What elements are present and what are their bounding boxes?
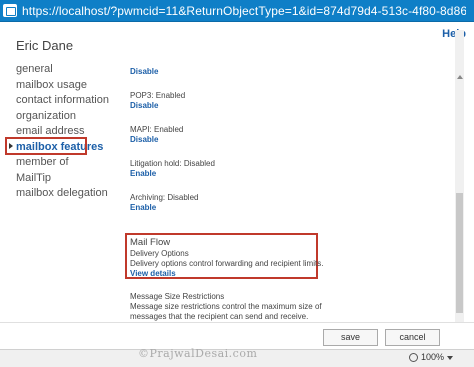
litigation-status: Litigation hold: Disabled bbox=[130, 159, 215, 168]
mail-flow-title: Mail Flow bbox=[130, 237, 171, 248]
sidebar-item-organization[interactable]: organization bbox=[16, 109, 116, 125]
scrollbar-thumb[interactable] bbox=[456, 193, 463, 313]
archiving-status: Archiving: Disabled bbox=[130, 193, 199, 202]
page-title: Eric Dane bbox=[16, 38, 74, 53]
mapi-status: MAPI: Enabled bbox=[130, 125, 184, 134]
mapi-disable-link[interactable]: Disable bbox=[130, 135, 450, 145]
zoom-control[interactable]: 100% bbox=[409, 352, 454, 363]
archiving-enable-link[interactable]: Enable bbox=[130, 203, 450, 213]
selected-item-highlight bbox=[5, 137, 87, 155]
top-disable-link[interactable]: Disable bbox=[130, 67, 450, 77]
browser-titlebar: https://localhost/?pwmcid=11&ReturnObjec… bbox=[0, 0, 474, 22]
chevron-down-icon bbox=[447, 355, 454, 360]
url-text[interactable]: https://localhost/?pwmcid=11&ReturnObjec… bbox=[22, 4, 466, 18]
delivery-options-label: Delivery Options bbox=[130, 249, 189, 258]
zoom-level: 100% bbox=[421, 352, 445, 362]
sidebar-item-mailbox-usage[interactable]: mailbox usage bbox=[16, 78, 116, 94]
sidebar-item-general[interactable]: general bbox=[16, 62, 116, 78]
sidebar-item-mailbox-delegation[interactable]: mailbox delegation bbox=[16, 186, 116, 202]
features-list: Disable POP3: Enabled Disable MAPI: Enab… bbox=[130, 62, 450, 213]
message-size-description: Message size restrictions control the ma… bbox=[130, 302, 322, 321]
selected-caret-icon bbox=[9, 143, 13, 149]
message-size-title: Message Size Restrictions bbox=[130, 292, 225, 301]
footer-divider bbox=[0, 322, 474, 323]
view-details-link[interactable]: View details bbox=[130, 269, 176, 278]
delivery-options-description: Delivery options control forwarding and … bbox=[130, 259, 324, 268]
cancel-button[interactable]: cancel bbox=[385, 329, 440, 346]
browser-page-icon bbox=[3, 4, 17, 17]
watermark: ©PrajwalDesai.com bbox=[138, 347, 258, 360]
pop3-status: POP3: Enabled bbox=[130, 91, 186, 100]
sidebar-item-contact-information[interactable]: contact information bbox=[16, 93, 116, 109]
pop3-disable-link[interactable]: Disable bbox=[130, 101, 450, 111]
zoom-icon bbox=[409, 353, 418, 363]
sidebar-item-member-of[interactable]: member of bbox=[16, 155, 116, 171]
save-button[interactable]: save bbox=[323, 329, 378, 346]
sidebar-nav: general mailbox usage contact informatio… bbox=[16, 62, 116, 202]
litigation-enable-link[interactable]: Enable bbox=[130, 169, 450, 179]
sidebar-item-mailtip[interactable]: MailTip bbox=[16, 171, 116, 187]
scroll-up-icon[interactable] bbox=[457, 75, 463, 79]
